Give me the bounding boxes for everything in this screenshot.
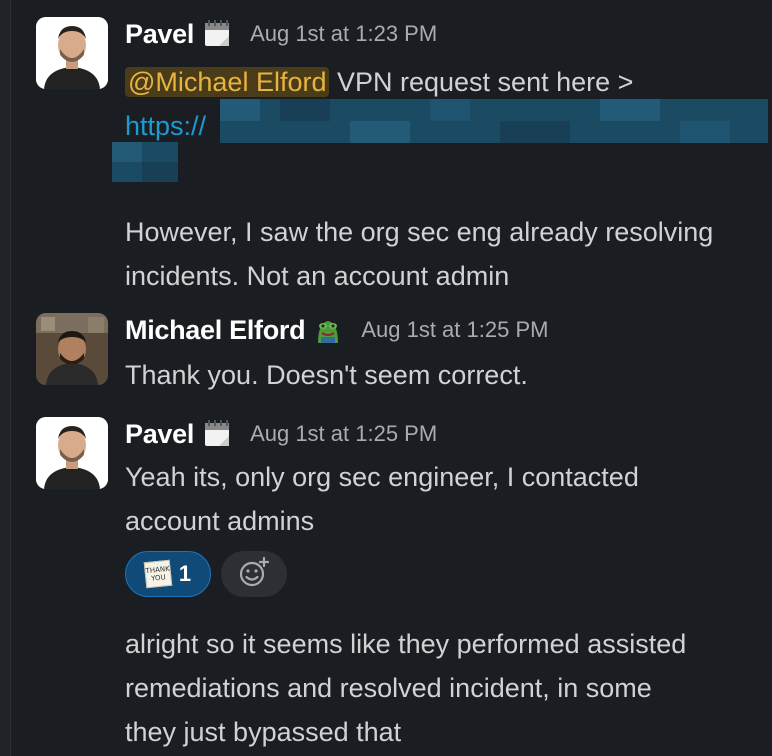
author-name[interactable]: Pavel [125,419,194,450]
message-text: they just bypassed that [125,717,402,747]
thank-you-note-icon: THANK YOU [143,559,173,589]
author-name[interactable]: Michael Elford [125,315,306,346]
message-text: However, I saw the org sec eng already r… [125,217,714,247]
redacted-link-2 [112,142,178,182]
reaction-count: 1 [178,561,192,586]
calendar-icon [202,19,232,49]
avatar-pavel[interactable] [36,417,108,489]
reaction-button[interactable]: THANK YOU 1 [125,551,211,597]
sidebar-edge [0,0,11,756]
message-text: remediations and resolved incident, in s… [125,673,652,703]
timestamp[interactable]: Aug 1st at 1:25 PM [361,317,548,343]
timestamp[interactable]: Aug 1st at 1:25 PM [250,421,437,447]
link-text[interactable]: https:// [125,111,206,141]
message-text: Thank you. Doesn't seem correct. [125,360,528,390]
calendar-icon [202,419,232,449]
timestamp[interactable]: Aug 1st at 1:23 PM [250,21,437,47]
user-mention[interactable]: @Michael Elford [125,67,330,97]
add-reaction-button[interactable] [221,551,287,597]
message-text: alright so it seems like they performed … [125,629,687,659]
message-text: incidents. Not an account admin [125,261,510,291]
avatar-pavel[interactable] [36,17,108,89]
avatar-michael-elford[interactable] [36,313,108,385]
redacted-link [220,99,768,143]
message-text: Yeah its, only org sec engineer, I conta… [125,462,639,492]
add-reaction-icon [237,555,271,594]
message-text: account admins [125,506,315,536]
message-text: VPN request sent here > [329,67,634,97]
author-name[interactable]: Pavel [125,19,194,50]
frog-icon [313,315,343,345]
